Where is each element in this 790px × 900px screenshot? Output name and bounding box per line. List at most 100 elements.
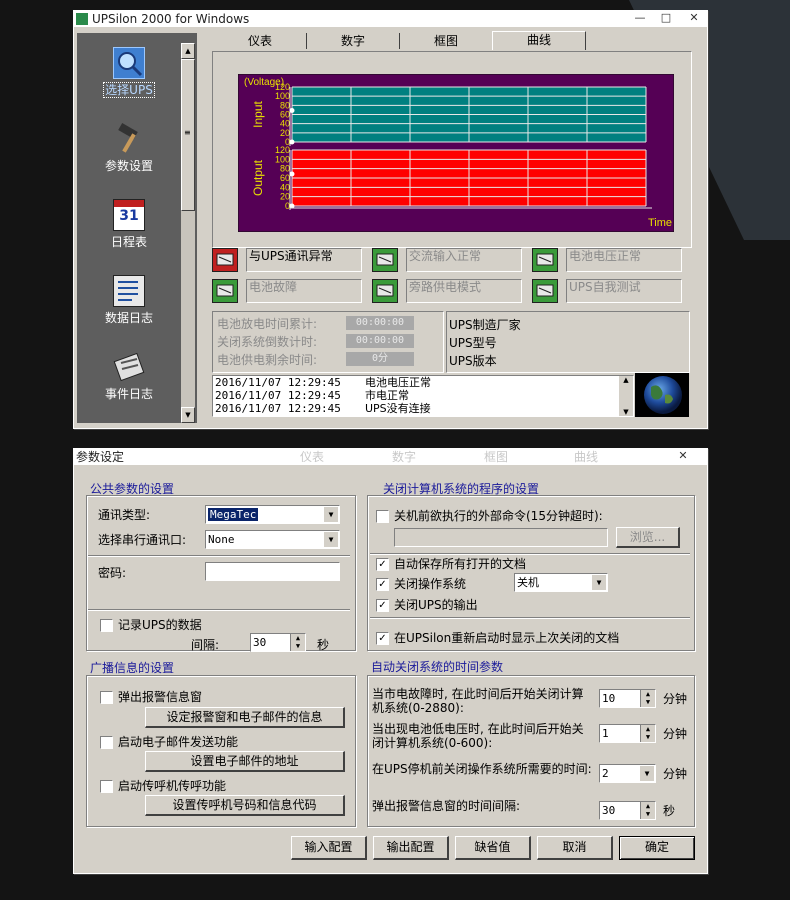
settings-dialog: 参数设定 仪表 数字 框图 曲线 ✕ 公共参数的设置 通讯类型: MegaTec…	[73, 448, 708, 874]
set-alert-button[interactable]: 设定报警窗和电子邮件的信息	[145, 707, 345, 728]
chevron-down-icon[interactable]: ▼	[323, 532, 338, 547]
log-entry: 2016/11/07 12:29:45 电池电压正常	[215, 376, 431, 389]
set-pager-button[interactable]: 设置传呼机号码和信息代码	[145, 795, 345, 816]
status-label: 与UPS通讯异常	[246, 248, 362, 272]
close-os-value: 关机	[517, 576, 539, 589]
browse-button[interactable]: 浏览...	[616, 527, 680, 548]
close-os-label: 关闭操作系统	[394, 577, 467, 591]
minimize-button[interactable]: —	[627, 11, 653, 26]
dialog-close-button[interactable]: ✕	[663, 449, 703, 464]
export-config-button[interactable]: 输出配置	[373, 836, 449, 860]
spin-arrows-icon[interactable]: ▲ ▼	[640, 725, 655, 742]
close-os-checkbox[interactable]: ✓	[376, 578, 389, 591]
sidebar-item-label: 数据日志	[104, 311, 153, 325]
timing-spinner[interactable]: 10 ▲ ▼	[599, 689, 656, 708]
tab-diagram[interactable]: 框图	[400, 33, 493, 49]
import-config-button[interactable]: 输入配置	[291, 836, 367, 860]
password-label: 密码:	[98, 566, 127, 580]
log-time: 2016/11/07 12:29:45	[215, 402, 341, 415]
axis-marker	[289, 139, 295, 145]
timing-select[interactable]: 2 ▼	[599, 764, 656, 783]
chevron-down-icon[interactable]: ▼	[591, 575, 606, 590]
status-label: 电池故障	[246, 279, 362, 303]
set-email-button[interactable]: 设置电子邮件的地址	[145, 751, 345, 772]
tab-curve[interactable]: 曲线	[492, 31, 586, 50]
maximize-button[interactable]: □	[653, 11, 679, 26]
timing-heading: 自动关闭系统的时间参数	[371, 660, 504, 674]
timing-value: 30	[602, 804, 616, 817]
status-item: UPS自我测试	[532, 279, 684, 303]
chart-panel: 120 100 80 60 40 20 0 Input 120 100 80 60 40 20 0 Outpu…	[212, 51, 692, 248]
timing-value: 2	[602, 767, 609, 780]
log-time: 2016/11/07 12:29:45	[215, 376, 341, 389]
popup-label: 弹出报警信息窗	[118, 690, 203, 704]
cancel-button[interactable]: 取消	[537, 836, 613, 860]
timing-spinner[interactable]: 30 ▲ ▼	[599, 801, 656, 820]
status-item: 电池故障	[212, 279, 364, 303]
scroll-down-button[interactable]: ▼	[619, 408, 633, 416]
sidebar-item-event-log[interactable]: 事件日志	[77, 351, 181, 402]
voltage-chart: 120100806040200Input120100806040200Outpu…	[238, 74, 674, 232]
tab-digital[interactable]: 数字	[307, 33, 400, 49]
timer-label: 电池供电剩余时间:	[217, 353, 318, 367]
spin-arrows-icon[interactable]: ▲ ▼	[290, 634, 305, 651]
spin-arrows-icon[interactable]: ▲ ▼	[640, 802, 655, 819]
status-label: 电池电压正常	[566, 248, 682, 272]
sidebar: 选择UPS 参数设置 31 日程表 数据日志 事件日志 ▲ ≡ ▼	[77, 33, 197, 423]
log-entry: 2016/11/07 12:29:45 市电正常	[215, 389, 431, 402]
sidebar-item-schedule[interactable]: 31 日程表	[77, 199, 181, 250]
scroll-up-button[interactable]: ▲	[619, 376, 633, 384]
interval-value: 30	[253, 636, 267, 649]
show-docs-label: 在UPSilon重新启动时显示上次关闭的文档	[394, 631, 620, 645]
log-scrollbar[interactable]: ▲ ▼	[619, 376, 633, 416]
ups-model-label: UPS型号	[449, 336, 497, 350]
timing-label: 当市电故障时, 在此时间后开始关闭计算机系统(0-2880):	[372, 687, 584, 715]
timing-unit: 分钟	[663, 727, 688, 741]
ext-cmd-checkbox[interactable]	[376, 510, 389, 523]
timer-label: 电池放电时间累计:	[217, 317, 318, 331]
timing-spinner[interactable]: 1 ▲ ▼	[599, 724, 656, 743]
email-checkbox[interactable]	[100, 736, 113, 749]
ups-info-panel: UPS制造厂家 UPS型号 UPS版本	[446, 311, 690, 373]
close-ups-checkbox[interactable]: ✓	[376, 599, 389, 612]
scroll-up-button[interactable]: ▲	[181, 43, 195, 59]
default-button[interactable]: 缺省值	[455, 836, 531, 860]
serial-port-select[interactable]: None ▼	[205, 530, 340, 549]
comm-type-select[interactable]: MegaTec ▼	[205, 505, 340, 524]
autosave-checkbox[interactable]: ✓	[376, 558, 389, 571]
sidebar-item-label: 事件日志	[104, 387, 153, 401]
timing-label: 在UPS停机前关闭操作系统所需要的时间:	[372, 762, 592, 776]
record-checkbox[interactable]	[100, 619, 113, 632]
tab-gauge[interactable]: 仪表	[214, 33, 307, 49]
pager-checkbox[interactable]	[100, 780, 113, 793]
popup-checkbox[interactable]	[100, 691, 113, 704]
password-field[interactable]	[205, 562, 340, 581]
sidebar-item-settings[interactable]: 参数设置	[77, 123, 181, 174]
globe-icon	[635, 373, 689, 417]
separator	[370, 617, 690, 619]
sidebar-item-data-log[interactable]: 数据日志	[77, 275, 181, 326]
show-docs-checkbox[interactable]: ✓	[376, 632, 389, 645]
chevron-down-icon[interactable]: ▼	[639, 766, 654, 781]
sidebar-scrollbar[interactable]: ▲ ≡ ▼	[181, 43, 195, 423]
spin-arrows-icon[interactable]: ▲ ▼	[640, 690, 655, 707]
behind-tab: 曲线	[574, 450, 599, 464]
scroll-down-button[interactable]: ▼	[181, 407, 195, 423]
close-button[interactable]: ✕	[681, 11, 707, 26]
scroll-thumb[interactable]: ≡	[181, 59, 195, 211]
ok-button[interactable]: 确定	[619, 836, 695, 860]
log-entry: 2016/11/07 12:29:45 UPS没有连接	[215, 402, 431, 415]
event-log-list[interactable]: 2016/11/07 12:29:45 电池电压正常 2016/11/07 12:2…	[212, 375, 634, 417]
ups-version-label: UPS版本	[449, 354, 497, 368]
ext-cmd-field[interactable]	[394, 528, 608, 547]
timing-value: 1	[602, 727, 609, 740]
close-os-select[interactable]: 关机 ▼	[514, 573, 608, 592]
ups-manufacturer-label: UPS制造厂家	[449, 318, 521, 332]
chevron-down-icon[interactable]: ▼	[323, 507, 338, 522]
behind-tab: 数字	[392, 450, 417, 464]
sidebar-item-select-ups[interactable]: 选择UPS	[77, 47, 181, 98]
log-message: 电池电压正常	[365, 376, 431, 389]
sidebar-item-label: 参数设置	[104, 159, 153, 173]
axis-marker	[289, 108, 295, 113]
interval-spinner[interactable]: 30 ▲ ▼	[250, 633, 306, 652]
